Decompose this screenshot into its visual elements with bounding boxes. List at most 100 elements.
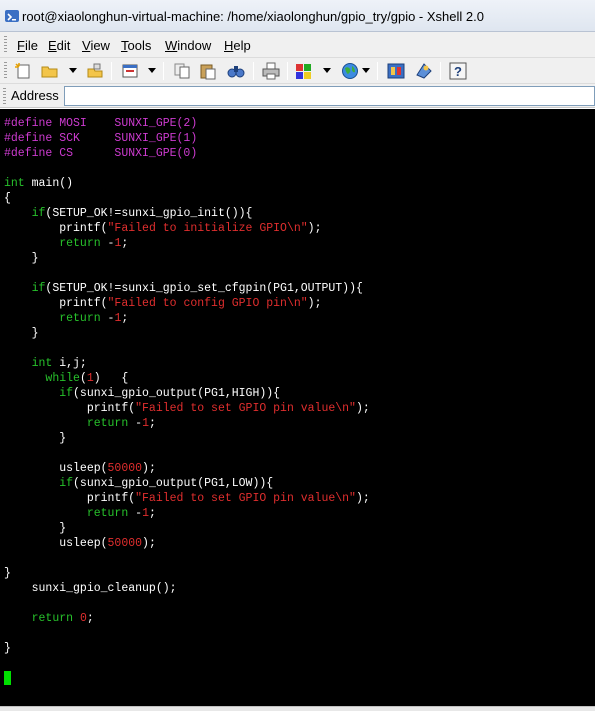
toolbar-grip[interactable] — [4, 62, 7, 80]
code-token: 1 — [142, 417, 149, 430]
globe-dropdown-arrow[interactable] — [362, 68, 370, 73]
code-token: i,j; — [52, 357, 87, 370]
open-folder-icon[interactable] — [40, 61, 60, 81]
code-token: #define SCK SUNXI_GPE(1) — [4, 132, 198, 145]
address-input[interactable] — [64, 86, 595, 106]
code-token: 1 — [142, 507, 149, 520]
code-token: sunxi_gpio_cleanup(); — [4, 582, 177, 595]
code-token: (SETUP_OK!=sunxi_gpio_set_cfgpin(PG1,OUT… — [45, 282, 363, 295]
status-bar — [0, 706, 595, 711]
code-token: (sunxi_gpio_output(PG1,HIGH)){ — [73, 387, 281, 400]
code-token: 0 — [79, 612, 87, 625]
menu-file[interactable]: File — [17, 38, 38, 53]
xshell-app-icon[interactable] — [4, 8, 20, 24]
paste-icon[interactable] — [198, 61, 218, 81]
terminal-line: if(sunxi_gpio_output(PG1,LOW)){ — [4, 476, 273, 491]
file-transfer-icon[interactable] — [386, 61, 406, 81]
toolbar-separator — [440, 62, 441, 80]
code-token: } — [4, 327, 39, 340]
color-scheme-icon[interactable] — [294, 61, 314, 81]
terminal-line: return -1; — [4, 311, 128, 326]
code-token: usleep( — [4, 537, 108, 550]
code-token: } — [4, 432, 67, 445]
code-token: return — [59, 312, 101, 325]
properties-icon[interactable] — [120, 61, 140, 81]
terminal-line: } — [4, 641, 11, 656]
new-session-icon[interactable] — [13, 61, 33, 81]
code-token: ); — [142, 537, 156, 550]
color-scheme-dropdown-arrow[interactable] — [323, 68, 331, 73]
terminal-line: return 0; — [4, 611, 94, 626]
code-token: ); — [355, 402, 370, 415]
menu-help[interactable]: Help — [224, 38, 251, 53]
terminal-line: } — [4, 326, 39, 341]
help-icon[interactable]: ? — [448, 61, 468, 81]
code-token: 1 — [86, 372, 94, 385]
code-token: 50000 — [107, 537, 143, 550]
code-token: "Failed to set GPIO pin value\n" — [135, 402, 356, 415]
open-dropdown-arrow[interactable] — [69, 68, 77, 73]
terminal-line: printf("Failed to set GPIO pin value\n")… — [4, 401, 370, 416]
code-token: if — [59, 387, 74, 400]
code-token: ) { — [93, 372, 129, 385]
code-token: return — [31, 612, 74, 625]
code-token: #define MOSI SUNXI_GPE(2) — [4, 117, 198, 130]
code-token: printf( — [4, 222, 108, 235]
terminal-line: printf("Failed to initialize GPIO\n"); — [4, 221, 321, 236]
terminal-line: } — [4, 251, 39, 266]
code-token: return — [86, 507, 129, 520]
menu-tools[interactable]: Tools — [121, 38, 151, 53]
keymap-icon[interactable] — [414, 61, 434, 81]
code-token: } — [4, 522, 67, 535]
code-token: ; — [148, 417, 156, 430]
copy-icon[interactable] — [172, 61, 192, 81]
addressbar-grip[interactable] — [3, 88, 6, 104]
terminal-line: } — [4, 431, 66, 446]
menu-window[interactable]: Window — [165, 38, 211, 53]
code-token: return — [86, 417, 129, 430]
toolbar-separator — [253, 62, 254, 80]
reconnect-icon[interactable] — [85, 61, 105, 81]
code-token: printf( — [4, 492, 136, 505]
terminal-line: usleep(50000); — [4, 536, 156, 551]
terminal-line: printf("Failed to config GPIO pin\n"); — [4, 296, 321, 311]
menu-edit[interactable]: Edit — [48, 38, 70, 53]
menubar-grip[interactable] — [4, 36, 7, 54]
code-token: if — [59, 477, 74, 490]
code-token: 50000 — [107, 462, 143, 475]
terminal-line: #define SCK SUNXI_GPE(1) — [4, 131, 197, 146]
properties-dropdown-arrow[interactable] — [148, 68, 156, 73]
terminal-line: return -1; — [4, 506, 156, 521]
toolbar-separator — [377, 62, 378, 80]
code-token: ( — [79, 372, 87, 385]
menu-view[interactable]: View — [82, 38, 110, 53]
code-token: ; — [121, 312, 129, 325]
toolbar: ? — [0, 58, 595, 84]
code-token: ); — [355, 492, 370, 505]
globe-icon[interactable] — [340, 61, 360, 81]
code-token: while — [45, 372, 80, 385]
print-icon[interactable] — [261, 61, 281, 81]
svg-text:?: ? — [454, 64, 462, 79]
code-token: usleep( — [4, 462, 108, 475]
code-token: - — [100, 237, 115, 250]
code-token: ); — [307, 222, 322, 235]
terminal-line: } — [4, 566, 11, 581]
code-token: int — [4, 177, 25, 190]
find-icon[interactable] — [226, 61, 246, 81]
toolbar-separator — [111, 62, 112, 80]
terminal-line: usleep(50000); — [4, 461, 156, 476]
code-token: - — [128, 417, 143, 430]
terminal-line: int main() — [4, 176, 73, 191]
terminal-area[interactable]: #define MOSI SUNXI_GPE(2) #define SCK SUN… — [0, 109, 595, 706]
terminal-line: int i,j; — [4, 356, 87, 371]
code-token: ; — [86, 612, 94, 625]
